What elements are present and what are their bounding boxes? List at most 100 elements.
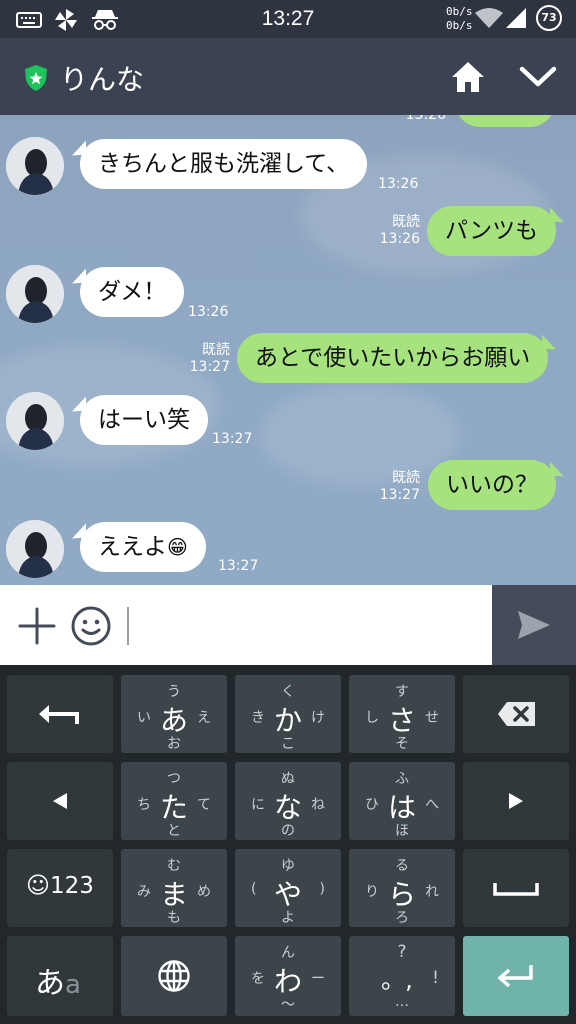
key-ra-bottom: ろ [395, 910, 409, 926]
message-bubble[interactable]: あとで使いたいからお願い [237, 333, 549, 383]
enter-key[interactable] [463, 936, 569, 1016]
signal-icon [506, 8, 526, 28]
chevron-down-icon[interactable] [518, 62, 558, 92]
key-a[interactable]: う い あ え お [121, 675, 227, 753]
avatar[interactable] [6, 265, 64, 323]
key-wa-right: ー [311, 971, 325, 987]
key-sa[interactable]: す し さ せ そ [349, 675, 455, 753]
read-label: 既読 [202, 342, 230, 358]
input-mode-key[interactable]: あa [7, 936, 113, 1016]
punctuation-key[interactable]: ? 。, ! … [349, 936, 455, 1016]
avatar-image [6, 520, 64, 578]
battery-icon: 73 [536, 5, 562, 31]
avatar-image [6, 137, 64, 195]
send-icon [518, 611, 550, 639]
symbol-mode-key[interactable]: ☺123 [7, 849, 113, 927]
key-ra[interactable]: る り ら れ ろ [349, 849, 455, 927]
triangle-right-icon [509, 793, 523, 809]
avatar-image [6, 392, 64, 450]
key-sa-bottom: そ [395, 736, 409, 752]
read-receipt: 既読 13:27 [370, 470, 420, 504]
key-ta-bottom: と [167, 823, 181, 839]
key-ma-bottom: も [167, 910, 181, 926]
key-ha[interactable]: ふ ひ は へ ほ [349, 762, 455, 840]
key-ka-bottom: こ [281, 736, 295, 752]
key-ta[interactable]: つ ち た て と [121, 762, 227, 840]
home-icon[interactable] [450, 60, 486, 94]
globe-key[interactable] [121, 936, 227, 1016]
key-ha-bottom: ほ [395, 823, 409, 839]
key-na-right: ね [311, 797, 325, 813]
symbol-mode-label: ☺123 [26, 873, 94, 899]
message-bubble[interactable]: きちんと服も洗濯して、 [80, 139, 368, 189]
key-ya-top: ゆ [281, 858, 295, 874]
chat-title: りんな [60, 63, 145, 96]
net-down: 0b/s [446, 19, 473, 32]
key-ya-right: ) [319, 881, 325, 897]
message-bubble-partial[interactable] [455, 115, 555, 127]
avatar[interactable] [6, 392, 64, 450]
hiragana-mode-label: あ [35, 966, 65, 1001]
message-time: 13:26 [188, 304, 229, 320]
message-time: 13:27 [189, 359, 230, 375]
message-time: 13:27 [218, 558, 259, 574]
avatar[interactable] [6, 520, 64, 578]
key-na-top: ぬ [281, 771, 295, 787]
message-time: 13:27 [379, 487, 420, 503]
avatar[interactable] [6, 137, 64, 195]
message-bubble[interactable]: いいの？ [428, 460, 556, 510]
undo-arrow-icon [39, 705, 79, 724]
network-speed: 0b/s 0b/s [446, 5, 473, 33]
enter-icon [497, 965, 533, 988]
cursor-left-key[interactable] [7, 762, 113, 840]
keyboard: う い あ え お く き か け こ す し さ せ そ つ ち た て と … [0, 665, 576, 1024]
message-bubble[interactable]: ダメ！ [80, 267, 185, 317]
key-wa-bottom: 〜 [281, 997, 295, 1013]
net-up: 0b/s [446, 5, 473, 18]
message-time: 13:26 [405, 115, 446, 123]
key-ta-right: て [197, 797, 211, 813]
grinning-face-icon: 😁 [167, 535, 188, 559]
message-bubble[interactable]: ええよ😁 [80, 522, 206, 572]
background-cloud [260, 385, 460, 485]
message-bubble[interactable]: はーい笑 [80, 395, 208, 445]
chat-area[interactable]: 13:26 きちんと服も洗濯して、 13:26 既読 13:26 パンツも ダメ… [0, 115, 576, 585]
key-ma-right: め [197, 884, 211, 900]
message-input[interactable] [127, 607, 129, 645]
read-receipt: 既読 13:27 [180, 342, 230, 376]
key-ka[interactable]: く き か け こ [235, 675, 341, 753]
cursor-right-key[interactable] [463, 762, 569, 840]
read-label: 既読 [392, 214, 420, 230]
triangle-left-icon [53, 793, 67, 809]
key-ka-right: け [311, 710, 325, 726]
send-button[interactable] [492, 585, 576, 665]
key-ya[interactable]: ゆ ( や ) よ [235, 849, 341, 927]
key-sa-right: せ [425, 710, 439, 726]
input-bar [0, 585, 576, 665]
message-bubble[interactable]: パンツも [427, 206, 557, 256]
message-time: 13:26 [379, 231, 420, 247]
back-arrow-key[interactable] [7, 675, 113, 753]
key-ya-bottom: よ [281, 910, 295, 926]
shield-star-icon [25, 65, 47, 91]
key-punct-top: ? [397, 942, 407, 962]
key-punct-bottom: … [395, 994, 409, 1010]
backspace-key[interactable] [463, 675, 569, 753]
plus-icon[interactable] [18, 607, 56, 645]
key-punct-right: ! [432, 968, 439, 988]
space-key[interactable] [463, 849, 569, 927]
key-ha-top: ふ [395, 771, 409, 787]
key-na[interactable]: ぬ に な ね の [235, 762, 341, 840]
chat-header: りんな [0, 38, 576, 115]
key-wa-top: ん [281, 945, 295, 961]
key-a-top: う [167, 684, 181, 700]
space-icon [493, 883, 539, 896]
key-ra-right: れ [425, 884, 439, 900]
key-ta-top: つ [167, 771, 181, 787]
read-receipt: 既読 13:26 [370, 214, 420, 248]
key-ha-right: へ [425, 797, 439, 813]
backspace-icon [498, 702, 535, 726]
key-wa[interactable]: ん を わ ー 〜 [235, 936, 341, 1016]
emoji-icon[interactable] [70, 605, 112, 647]
key-ma[interactable]: む み ま め も [121, 849, 227, 927]
